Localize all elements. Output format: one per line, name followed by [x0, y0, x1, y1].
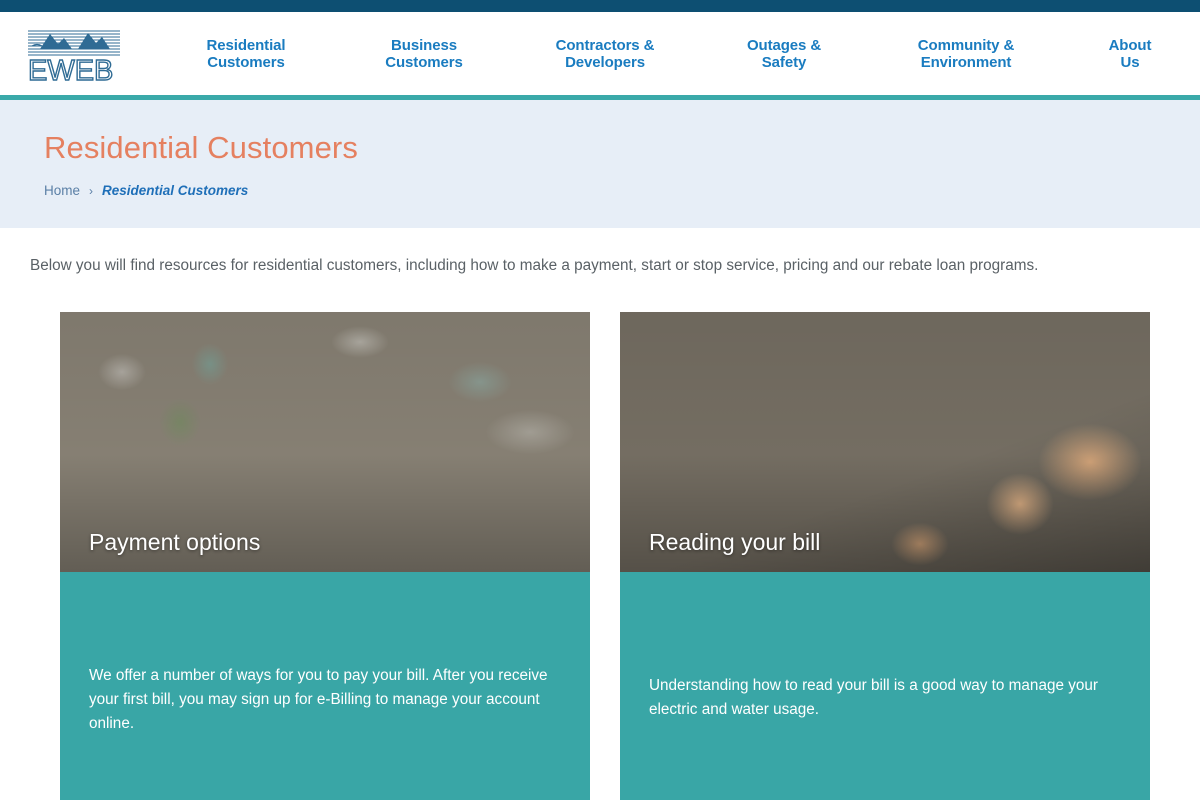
breadcrumb-separator-icon: › — [89, 183, 94, 198]
intro-paragraph: Below you will find resources for reside… — [30, 257, 1039, 274]
nav-item-line1: Contractors & — [555, 36, 655, 54]
top-accent-bar — [0, 0, 1200, 12]
breadcrumb: Home › Residential Customers — [44, 183, 1200, 198]
card-reading-your-bill[interactable]: Reading your bill Understanding how to r… — [620, 312, 1150, 800]
nav-item-line2: Us — [1120, 53, 1140, 71]
card-media: Payment options — [60, 312, 590, 572]
nav-item-line2: Environment — [920, 53, 1012, 71]
nav-item-line2: Customers — [385, 53, 463, 71]
main-content: Below you will find resources for reside… — [0, 228, 1200, 800]
nav-item-line2: Safety — [761, 53, 807, 71]
nav-slot: Contractors & Developers — [514, 37, 696, 71]
page-title: Residential Customers — [44, 130, 358, 165]
nav-item-community-environment[interactable]: Community & Environment — [917, 36, 1015, 71]
card-title: Reading your bill — [649, 529, 821, 555]
card-description: We offer a number of ways for you to pay… — [89, 667, 548, 732]
card-body: Understanding how to read your bill is a… — [620, 572, 1150, 800]
main-navigation: Residential Customers Business Customers… — [158, 12, 1200, 95]
nav-item-line1: Residential — [206, 36, 286, 54]
card-payment-options[interactable]: Payment options We offer a number of way… — [60, 312, 590, 800]
hero-band: Residential Customers Home › Residential… — [0, 100, 1200, 228]
card-description: Understanding how to read your bill is a… — [649, 677, 1098, 718]
card-title: Payment options — [89, 529, 261, 555]
nav-slot: Outages & Safety — [696, 37, 872, 71]
nav-item-line1: Community & — [917, 36, 1015, 54]
nav-item-business-customers[interactable]: Business Customers — [385, 36, 463, 71]
nav-slot: Residential Customers — [158, 37, 334, 71]
card-grid: Payment options We offer a number of way… — [0, 276, 1200, 800]
nav-item-line1: Outages & — [746, 36, 822, 54]
nav-slot: Business Customers — [334, 37, 514, 71]
nav-item-line1: About — [1108, 36, 1152, 54]
card-body: We offer a number of ways for you to pay… — [60, 572, 590, 800]
card-media: Reading your bill — [620, 312, 1150, 572]
nav-item-line1: Business — [391, 36, 457, 54]
nav-slot: About Us — [1060, 37, 1200, 71]
nav-slot: Community & Environment — [872, 37, 1060, 71]
breadcrumb-item-home[interactable]: Home — [44, 183, 80, 198]
nav-item-contractors-developers[interactable]: Contractors & Developers — [556, 37, 655, 71]
nav-item-residential-customers[interactable]: Residential Customers — [207, 37, 286, 71]
eweb-logo-icon: EWEB — [27, 30, 120, 82]
svg-text:EWEB: EWEB — [28, 55, 113, 82]
logo-link[interactable]: EWEB — [0, 26, 158, 82]
nav-item-outages-safety[interactable]: Outages & Safety — [747, 37, 821, 71]
nav-item-line2: Developers — [565, 53, 645, 71]
breadcrumb-item-current: Residential Customers — [102, 183, 249, 198]
nav-item-about-us[interactable]: About Us — [1109, 37, 1152, 71]
nav-item-line2: Customers — [207, 53, 285, 71]
site-header: EWEB Residential Customers Business Cust… — [0, 12, 1200, 95]
